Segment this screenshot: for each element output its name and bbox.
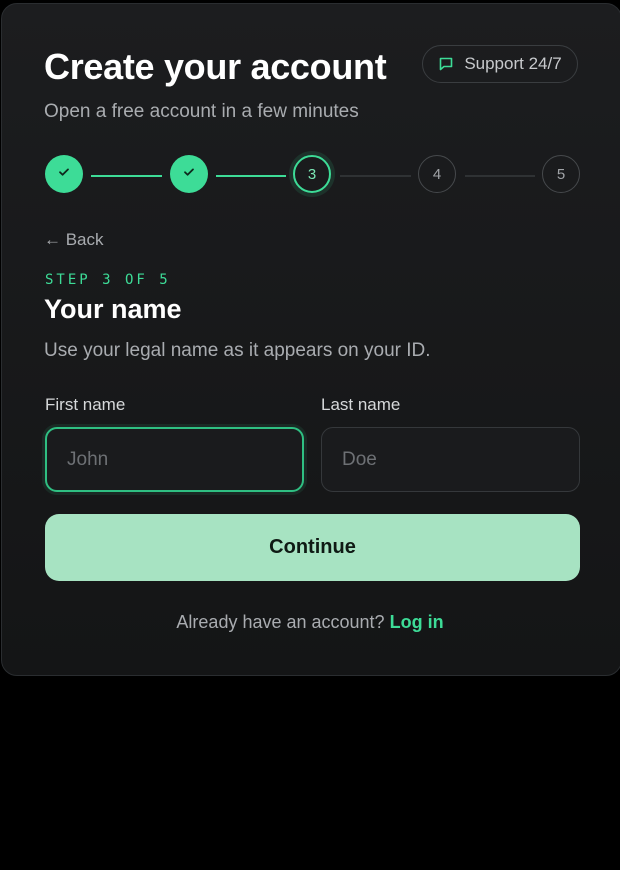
continue-button[interactable]: Continue — [45, 514, 580, 581]
login-prompt: Already have an account? Log in — [0, 612, 620, 633]
login-prompt-text: Already have an account? — [176, 612, 385, 632]
step-connector — [216, 175, 286, 177]
support-label: Support 24/7 — [464, 54, 562, 73]
login-link[interactable]: Log in — [390, 612, 444, 632]
first-name-input[interactable] — [45, 427, 304, 492]
step-1-completed — [45, 155, 83, 193]
support-button[interactable]: Support 24/7 — [422, 45, 578, 83]
section-description: Use your legal name as it appears on you… — [44, 340, 431, 361]
back-link[interactable]: ← Back — [44, 230, 104, 250]
step-connector — [91, 175, 162, 177]
first-name-label: First name — [45, 395, 126, 414]
page-subtitle: Open a free account in a few minutes — [44, 101, 359, 122]
check-icon — [57, 165, 71, 183]
last-name-input[interactable] — [321, 427, 580, 492]
check-icon — [182, 165, 196, 183]
step-5-upcoming: 5 — [542, 155, 580, 193]
chat-icon — [438, 56, 454, 72]
step-indicator: STEP 3 OF 5 — [45, 272, 171, 288]
last-name-label: Last name — [321, 395, 401, 414]
step-connector — [340, 175, 411, 177]
step-connector — [465, 175, 535, 177]
step-2-completed — [170, 155, 208, 193]
step-3-current: 3 — [293, 155, 331, 193]
section-title: Your name — [44, 294, 182, 324]
page-title: Create your account — [44, 46, 387, 87]
step-4-upcoming: 4 — [418, 155, 456, 193]
